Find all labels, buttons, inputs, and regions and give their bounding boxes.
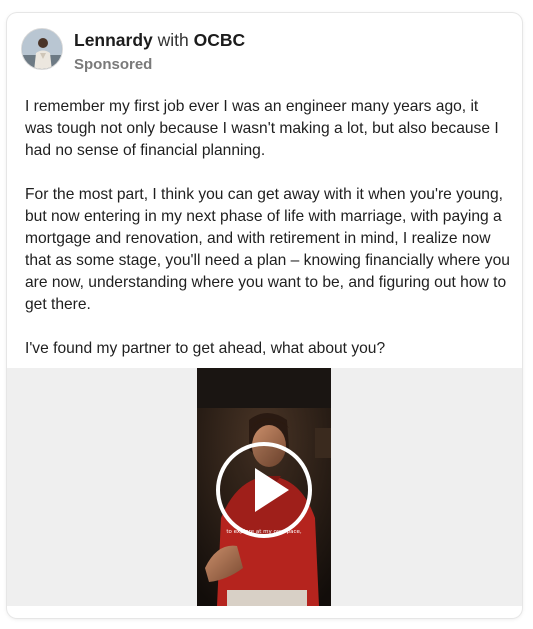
sponsored-label: Sponsored: [74, 56, 153, 73]
with-label: with: [157, 30, 189, 50]
media-area: to explore at my own pace,: [7, 368, 522, 606]
avatar-photo: [22, 29, 62, 69]
partner-name[interactable]: OCBC: [194, 30, 246, 50]
post-paragraph: For the most part, I think you can get a…: [25, 186, 510, 313]
post-paragraph: I remember my first job ever I was an en…: [25, 98, 499, 159]
play-button[interactable]: [216, 442, 312, 538]
author-name[interactable]: Lennardy: [74, 30, 153, 50]
avatar[interactable]: [21, 28, 63, 70]
post-header: Lennardy with OCBC Sponsored: [21, 28, 245, 74]
post-paragraph: I've found my partner to get ahead, what…: [25, 340, 386, 357]
play-icon: [255, 468, 289, 512]
post-body: I remember my first job ever I was an en…: [25, 96, 510, 360]
video-player[interactable]: to explore at my own pace,: [197, 368, 331, 606]
video-caption: to explore at my own pace,: [226, 529, 302, 535]
sponsored-post-card: Lennardy with OCBC Sponsored I remember …: [7, 13, 522, 618]
author-line: Lennardy with OCBC: [74, 29, 245, 51]
header-text: Lennardy with OCBC Sponsored: [74, 29, 245, 74]
